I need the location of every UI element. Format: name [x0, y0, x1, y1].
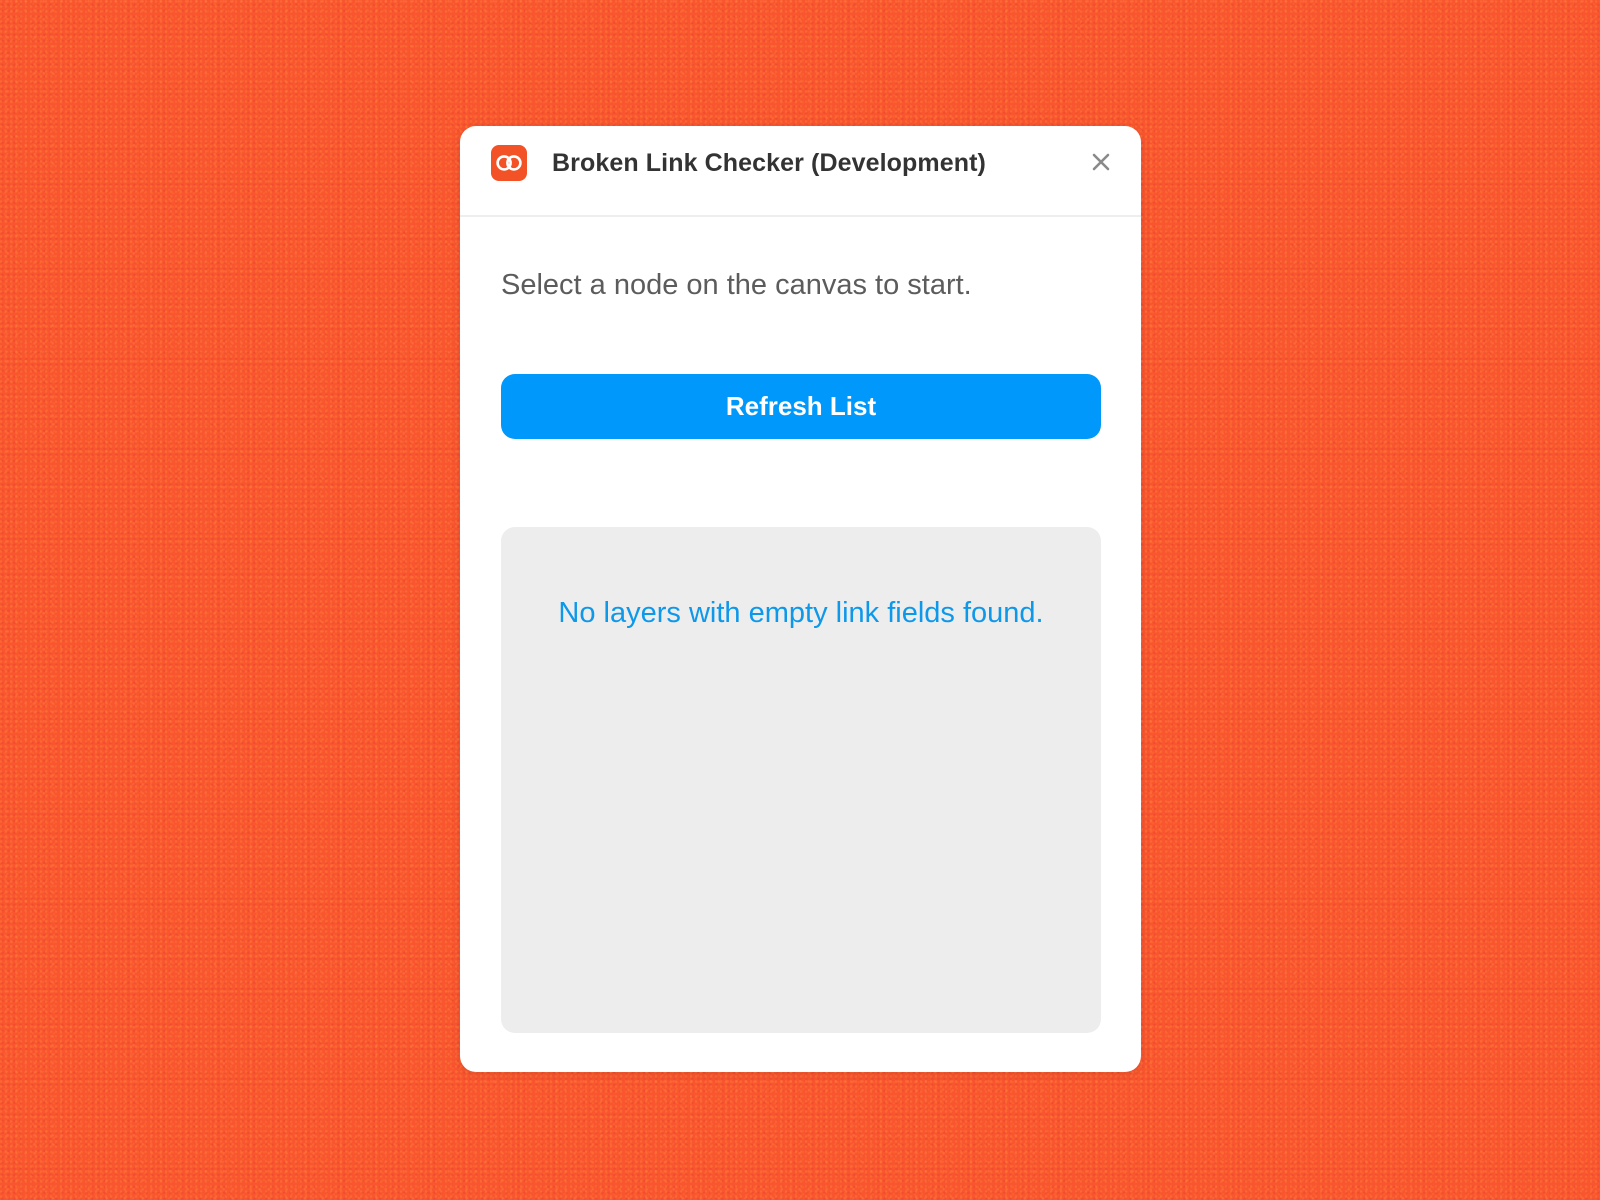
empty-state-message: No layers with empty link fields found.	[558, 597, 1044, 629]
close-button[interactable]	[1083, 144, 1119, 180]
results-panel: No layers with empty link fields found.	[501, 527, 1101, 1033]
window-titlebar: Broken Link Checker (Development)	[460, 126, 1141, 217]
close-icon[interactable]	[1092, 153, 1110, 171]
refresh-list-button[interactable]: Refresh List	[501, 374, 1101, 439]
instruction-text: Select a node on the canvas to start.	[501, 269, 972, 301]
window-title: Broken Link Checker (Development)	[552, 149, 986, 177]
plugin-window: Broken Link Checker (Development) Select…	[460, 126, 1141, 1072]
link-chain-icon	[491, 145, 527, 181]
